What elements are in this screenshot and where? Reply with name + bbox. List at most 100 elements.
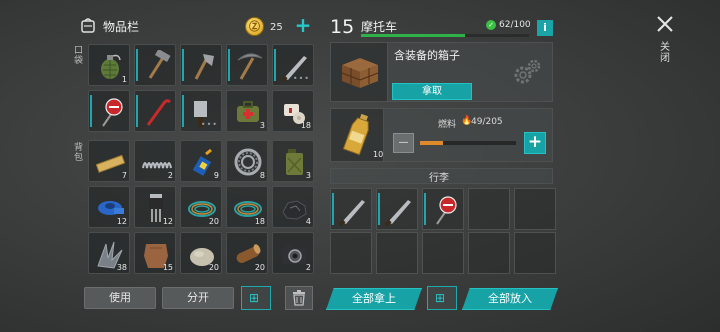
machete-icon [338, 200, 365, 226]
condition-dots: ••• [292, 74, 310, 83]
trunk-sort-button[interactable]: ⊞ [427, 286, 457, 310]
durability-bar [136, 49, 138, 81]
inventory-slot-sledgehammer[interactable] [134, 44, 176, 86]
take-button[interactable]: 拿取 [392, 83, 472, 100]
item-quantity: 2 [167, 171, 173, 180]
item-quantity: 3 [305, 171, 311, 180]
item-quantity: 7 [121, 171, 127, 180]
fuel-bottle-qty: 10 [373, 150, 384, 159]
use-button[interactable]: 使用 [84, 287, 156, 309]
durability-bar [424, 193, 426, 225]
info-button[interactable]: i [537, 20, 553, 36]
item-quantity: 4 [305, 217, 311, 226]
coin-count: 25 [270, 22, 283, 33]
inventory-slot-wooden-plank[interactable]: 7 [88, 140, 130, 182]
sledgehammer-icon [148, 50, 171, 79]
put-all-button[interactable]: 全部放入 [462, 288, 558, 310]
inventory-slot-pickaxe[interactable] [226, 44, 268, 86]
backpack-icon [80, 17, 96, 33]
trunk-slot-empty[interactable] [468, 188, 510, 230]
stop-sign-icon [436, 196, 457, 225]
inventory-slot-jerry-can[interactable]: 3 [272, 140, 314, 182]
inventory-slot-glue[interactable]: 9 [180, 140, 222, 182]
inventory-slot-crowbar[interactable] [134, 90, 176, 132]
inventory-slot-stone[interactable]: 20 [180, 232, 222, 274]
equip-section-label: 口袋 [74, 46, 84, 66]
vehicle-name: 摩托车 [361, 20, 398, 34]
pickaxe-icon [237, 53, 263, 80]
trunk-slot-empty[interactable] [376, 232, 418, 274]
take-all-button[interactable]: 全部拿上 [326, 288, 422, 310]
durability-bar [378, 193, 380, 225]
inventory-slot-spring[interactable]: 2 [134, 140, 176, 182]
durability-bar [274, 49, 276, 81]
inventory-slot-cleaver[interactable]: ••• [180, 90, 222, 132]
trunk-slot-empty[interactable] [514, 188, 556, 230]
trunk-slot-empty[interactable] [468, 232, 510, 274]
inventory-slot-wire[interactable]: 18 [226, 186, 268, 228]
item-quantity: 38 [116, 263, 127, 272]
inventory-slot-scrap-metal[interactable]: 38 [88, 232, 130, 274]
inventory-slot-duct-tape[interactable]: 12 [88, 186, 130, 228]
inventory-slot-machete[interactable]: ••• [272, 44, 314, 86]
close-label: 关闭 [660, 42, 670, 64]
backpack-section-label: 背包 [74, 143, 84, 163]
inventory-slot-camera[interactable]: 2 [272, 232, 314, 274]
item-quantity: 12 [162, 217, 173, 226]
vehicle-level: 15 [330, 16, 355, 38]
trunk-slot-empty[interactable] [514, 232, 556, 274]
fuel-label: 燃料 [438, 120, 457, 130]
item-quantity: 2 [305, 263, 311, 272]
inventory-slot-grenade[interactable]: 1 [88, 44, 130, 86]
machete-icon [384, 200, 411, 226]
inventory-slot-hatchet[interactable] [180, 44, 222, 86]
vehicle-health-bar [361, 34, 529, 37]
fuel-plus-button[interactable]: + [524, 132, 546, 154]
trunk-slot-empty[interactable] [330, 232, 372, 274]
trunk-label: 行李 [429, 173, 449, 184]
crate-icon [341, 58, 379, 88]
durability-bar [332, 193, 334, 225]
fuel-minus-button[interactable]: — [393, 133, 414, 153]
trunk-slot-machete[interactable] [376, 188, 418, 230]
inventory-slot-log[interactable]: 20 [226, 232, 268, 274]
item-quantity: 18 [254, 217, 265, 226]
durability-bar [182, 49, 184, 81]
trash-button[interactable] [285, 286, 313, 310]
fuel-bottle-slot[interactable]: 10 [330, 108, 384, 162]
durability-bar [228, 49, 230, 81]
equipment-box-label: 含装备的箱子 [394, 49, 460, 62]
item-quantity: 18 [300, 121, 311, 130]
add-coins-button[interactable]: + [294, 15, 312, 35]
coin-icon: Ⓩ [245, 17, 264, 36]
sort-grid-button[interactable]: ⊞ [241, 286, 271, 310]
inventory-slot-bandage[interactable]: 18 [272, 90, 314, 132]
trunk-slot-empty[interactable] [422, 232, 464, 274]
inventory-slot-coal[interactable]: 4 [272, 186, 314, 228]
close-icon [657, 16, 673, 32]
gears-icon [510, 56, 544, 90]
split-button[interactable]: 分开 [162, 287, 234, 309]
crate-slot[interactable] [330, 42, 388, 102]
inventory-slot-medkit[interactable]: 3 [226, 90, 268, 132]
item-quantity: 1 [121, 75, 127, 84]
item-quantity: 20 [254, 263, 265, 272]
close-button[interactable] [653, 12, 677, 36]
fuel-value: 49/205 [471, 117, 503, 127]
vehicle-health: 62/100 [499, 20, 531, 30]
durability-bar [182, 95, 184, 127]
inventory-slot-stop-sign[interactable] [88, 90, 130, 132]
durability-bar [90, 95, 92, 127]
item-quantity: 12 [116, 217, 127, 226]
inventory-slot-bearing[interactable]: 8 [226, 140, 268, 182]
item-quantity: 20 [208, 217, 219, 226]
item-quantity: 8 [259, 171, 265, 180]
fuel-slider[interactable] [420, 141, 516, 145]
inventory-slot-leather[interactable]: 15 [134, 232, 176, 274]
inventory-slot-transistor[interactable]: 12 [134, 186, 176, 228]
condition-dots: ••• [200, 120, 218, 129]
item-quantity: 3 [259, 121, 265, 130]
trunk-slot-machete[interactable] [330, 188, 372, 230]
inventory-slot-wire[interactable]: 20 [180, 186, 222, 228]
trunk-slot-stop-sign[interactable] [422, 188, 464, 230]
